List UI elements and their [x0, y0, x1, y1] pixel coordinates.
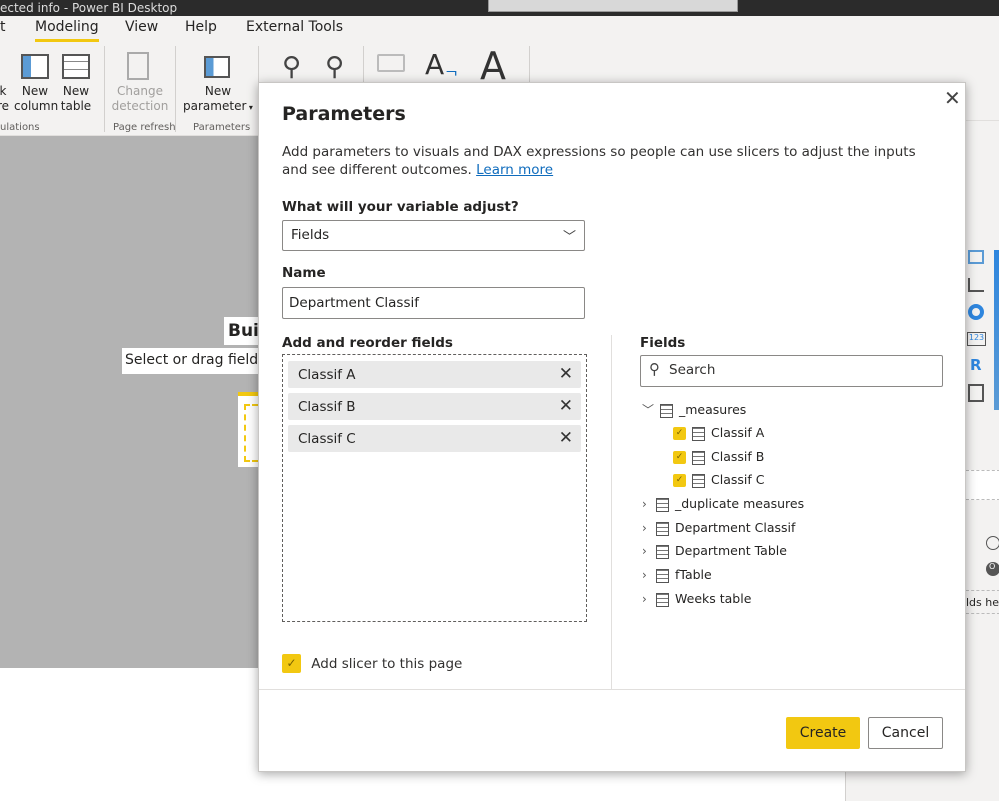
calculated-table-icon — [656, 544, 669, 559]
window-title: ected info - Power BI Desktop — [0, 1, 178, 15]
tree-table[interactable]: › Department Classif — [642, 520, 795, 536]
chevron-down-icon: ﹀ — [562, 230, 576, 245]
close-icon[interactable]: ✕ — [944, 86, 961, 110]
new-parameter-icon — [204, 56, 230, 78]
chevron-right-icon[interactable]: › — [642, 568, 654, 582]
fields-label: Fields — [640, 335, 686, 351]
toggle-switch[interactable]: O — [986, 562, 999, 576]
chevron-down-icon: ▾ — [246, 103, 253, 112]
remove-icon[interactable]: ✕ — [559, 364, 573, 384]
stacked-bar-icon[interactable] — [968, 250, 984, 264]
chevron-right-icon[interactable]: › — [642, 544, 654, 558]
ribbon-tabs: t Modeling View Help External Tools — [0, 16, 999, 46]
learn-more-link[interactable]: Learn more — [476, 162, 553, 178]
new-parameter-button[interactable]: New parameter ▾ — [182, 84, 254, 115]
title-search-box[interactable] — [488, 0, 738, 12]
dialog-description: Add parameters to visuals and DAX expres… — [282, 144, 916, 178]
selected-field[interactable]: Classif C ✕ — [288, 425, 581, 452]
calculator-icon — [660, 403, 673, 418]
checkbox-checked-icon[interactable]: ✓ — [673, 427, 686, 440]
group-page-refresh: Page refresh — [113, 122, 176, 133]
table-icon — [656, 497, 669, 512]
paginated-report-icon[interactable] — [968, 384, 984, 402]
calculated-table-icon — [656, 592, 669, 607]
chevron-right-icon[interactable]: › — [642, 521, 654, 535]
name-input[interactable]: Department Classif — [282, 287, 585, 319]
language-icon[interactable]: Aᆨ — [425, 48, 459, 81]
more-visuals-icons[interactable] — [994, 250, 999, 410]
parameters-dialog: ✕ Parameters Add parameters to visuals a… — [258, 82, 966, 772]
new-column-button[interactable]: New column — [14, 84, 58, 114]
reorder-fields-label: Add and reorder fields — [282, 335, 453, 351]
new-measure-button[interactable]: k re — [0, 84, 10, 114]
tree-field[interactable]: ✓ Classif B — [673, 449, 764, 465]
checkbox-checked-icon[interactable]: ✓ — [673, 474, 686, 487]
radio-toggle[interactable] — [986, 536, 999, 550]
create-button[interactable]: Create — [786, 717, 860, 749]
r-visual-icon[interactable]: R — [970, 356, 982, 374]
calculated-table-icon — [656, 521, 669, 536]
change-detection-button: Change detection — [111, 84, 169, 113]
new-table-icon — [62, 54, 90, 79]
card-icon[interactable]: 123 — [967, 332, 986, 346]
selected-field[interactable]: Classif B ✕ — [288, 393, 581, 420]
tab-insert[interactable]: t — [0, 19, 6, 35]
table-icon — [656, 568, 669, 583]
calculator-icon — [692, 450, 705, 465]
tree-field[interactable]: ✓ Classif C — [673, 472, 764, 488]
manage-roles-icon[interactable]: ⚲ — [282, 52, 301, 82]
build-visual-hint: Select or drag fields — [122, 348, 262, 374]
drop-fields-hint[interactable]: lds her — [966, 590, 999, 614]
dialog-title: Parameters — [282, 103, 406, 125]
tree-table[interactable]: › Department Table — [642, 543, 787, 559]
new-column-icon — [21, 54, 49, 79]
add-slicer-checkbox[interactable]: ✓ Add slicer to this page — [282, 654, 462, 673]
checkbox-checked-icon[interactable]: ✓ — [673, 451, 686, 464]
selected-fields-list[interactable]: Classif A ✕ Classif B ✕ Classif C ✕ — [282, 354, 587, 622]
calculator-icon — [692, 473, 705, 488]
group-parameters: Parameters — [193, 122, 251, 133]
chevron-right-icon[interactable]: › — [642, 592, 654, 606]
variable-dropdown[interactable]: Fields ﹀ — [282, 220, 585, 251]
new-table-button[interactable]: New table — [58, 84, 94, 114]
variable-label: What will your variable adjust? — [282, 199, 519, 215]
footer-divider — [259, 689, 965, 690]
fields-search-input[interactable]: ⚲ Search — [640, 355, 943, 387]
chevron-right-icon[interactable]: › — [642, 497, 654, 511]
line-column-icon[interactable] — [968, 278, 984, 292]
divider — [104, 46, 105, 132]
tree-field[interactable]: ✓ Classif A — [673, 425, 764, 441]
group-calculations: ulations — [0, 122, 40, 133]
q-and-a-setup-icon[interactable] — [377, 54, 405, 72]
tab-external-tools[interactable]: External Tools — [246, 19, 343, 35]
name-label: Name — [282, 265, 326, 281]
tree-table[interactable]: › _duplicate measures — [642, 496, 804, 512]
donut-chart-icon[interactable] — [968, 304, 984, 320]
divider — [175, 46, 176, 132]
remove-icon[interactable]: ✕ — [559, 396, 573, 416]
tree-table-measures[interactable]: ﹀ _measures — [642, 401, 746, 418]
column-divider — [611, 335, 612, 690]
selected-field[interactable]: Classif A ✕ — [288, 361, 581, 388]
tab-view[interactable]: View — [125, 19, 158, 35]
view-as-icon[interactable]: ⚲ — [325, 52, 344, 82]
tab-help[interactable]: Help — [185, 19, 217, 35]
tree-table[interactable]: › Weeks table — [642, 591, 751, 607]
remove-icon[interactable]: ✕ — [559, 428, 573, 448]
change-detection-icon — [127, 52, 149, 80]
calculator-icon — [692, 426, 705, 441]
field-well[interactable] — [966, 470, 999, 500]
chevron-down-icon[interactable]: ﹀ — [642, 401, 654, 418]
checkbox-checked-icon: ✓ — [282, 654, 301, 673]
tree-table[interactable]: › fTable — [642, 567, 712, 583]
tab-modeling[interactable]: Modeling — [35, 19, 99, 42]
cancel-button[interactable]: Cancel — [868, 717, 943, 749]
search-icon: ⚲ — [649, 360, 660, 378]
